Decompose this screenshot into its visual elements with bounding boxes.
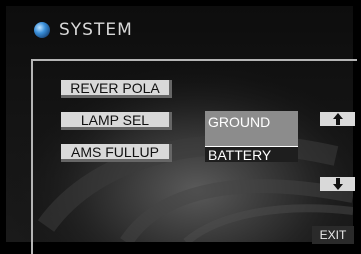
lamp-option-ground[interactable]: GROUND (205, 111, 298, 146)
rever-pola-label: REVER POLA (70, 79, 160, 96)
scroll-down-button[interactable] (320, 177, 355, 191)
lamp-sel-button[interactable]: LAMP SEL (61, 112, 172, 130)
exit-button[interactable]: EXIT (312, 226, 354, 244)
arrow-up-icon (332, 113, 343, 125)
sphere-icon (34, 22, 50, 38)
rever-pola-button[interactable]: REVER POLA (61, 80, 172, 98)
lamp-option-ground-label: GROUND (208, 114, 271, 130)
ams-fullup-label: AMS FULLUP (71, 143, 159, 160)
ams-fullup-button[interactable]: AMS FULLUP (61, 144, 172, 162)
header: SYSTEM (33, 18, 133, 42)
lamp-option-battery-label: BATTERY (208, 147, 272, 163)
lamp-option-battery[interactable]: BATTERY (205, 146, 298, 163)
scroll-up-button[interactable] (320, 112, 355, 126)
page-title: SYSTEM (59, 20, 133, 40)
arrow-down-icon (332, 178, 343, 190)
exit-label: EXIT (319, 228, 347, 242)
system-screen: SYSTEM REVER POLA LAMP SEL AMS FULLUP GR… (0, 0, 361, 254)
lamp-sel-label: LAMP SEL (80, 111, 150, 128)
